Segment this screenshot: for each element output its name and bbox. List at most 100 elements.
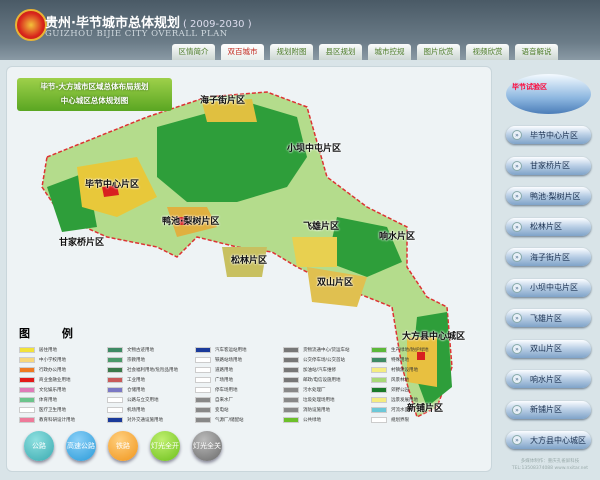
tab-double-hundred[interactable]: 双百城市: [221, 44, 264, 60]
district-label[interactable]: 松林片区: [231, 253, 267, 266]
banner-line1: 毕节-大方城市区域总体布局规划: [40, 82, 149, 91]
highway-button[interactable]: 公路: [24, 431, 54, 461]
legend-item: 宗教用地: [107, 355, 195, 365]
legend-swatch: [195, 377, 211, 383]
legend-label: 广场用地: [215, 378, 233, 383]
legend-label: 邮政/电信设施用地: [303, 378, 341, 383]
legend-item: 货物流通中心/货运车站: [283, 345, 371, 355]
district-label[interactable]: 甘家桥片区: [59, 235, 104, 248]
legend-label: 风景林地: [391, 378, 409, 383]
district-label[interactable]: 小坝中屯片区: [287, 141, 341, 154]
legend-label: 规划界限: [391, 418, 409, 423]
legend-item: 居住用地: [19, 345, 107, 355]
legend-item: 中小学校用地: [19, 355, 107, 365]
legend-item: 机场用地: [107, 405, 195, 415]
lights-off-button[interactable]: 灯光全关: [192, 431, 222, 461]
legend-item: 公路与立交用地: [107, 395, 195, 405]
tab-intro[interactable]: 区情简介: [172, 44, 215, 60]
legend-label: 对外交通设施用地: [127, 418, 163, 423]
legend-label: 工业用地: [127, 378, 145, 383]
legend-swatch: [195, 347, 211, 353]
district-label[interactable]: 海子街片区: [200, 93, 245, 106]
district-label[interactable]: 飞雄片区: [303, 219, 339, 232]
arrow-icon: »: [512, 282, 522, 293]
legend-label: 体育用地: [39, 398, 57, 403]
button-label: 灯光全关: [193, 442, 221, 450]
district-label[interactable]: 毕节中心片区: [85, 177, 139, 190]
district-button-label: 海子街片区: [530, 252, 570, 262]
legend-swatch: [283, 377, 299, 383]
header: 贵州·毕节城市总体规划( 2009-2030 ) GUIZHOU BIJIE C…: [0, 0, 600, 60]
district-button[interactable]: » 松林片区: [506, 217, 591, 236]
district-button[interactable]: » 小坝中屯片区: [506, 278, 591, 297]
tab-audio[interactable]: 语音解说: [515, 44, 558, 60]
district-button[interactable]: » 海子街片区: [506, 248, 591, 266]
district-button[interactable]: » 毕节中心片区: [506, 126, 591, 144]
lights-on-button[interactable]: 灯光全开: [150, 431, 180, 461]
tab-videos[interactable]: 视频欣赏: [466, 44, 509, 60]
tab-pictures[interactable]: 图片欣赏: [417, 44, 460, 60]
district-button[interactable]: » 飞雄片区: [506, 309, 591, 327]
legend-label: 加油站/汽车维修: [303, 368, 337, 373]
legend-item: 郊野公园: [371, 385, 459, 395]
legend-swatch: [107, 407, 123, 413]
legend-label: 停车场用地: [215, 388, 238, 393]
legend-item: 规划界限: [371, 415, 459, 425]
legend-label: 行政办公用地: [39, 368, 66, 373]
legend-swatch: [19, 397, 35, 403]
district-button[interactable]: » 甘家桥片区: [506, 156, 591, 175]
legend-label: 特殊用地: [391, 358, 409, 363]
legend-item: 行政办公用地: [19, 365, 107, 375]
tab-county-plan[interactable]: 县区规划: [319, 44, 362, 60]
arrow-icon: »: [512, 313, 522, 323]
tab-city-control[interactable]: 城市控规: [368, 44, 411, 60]
district-label[interactable]: 响水片区: [379, 229, 415, 242]
railway-button[interactable]: 铁路: [108, 431, 138, 461]
legend-item: 垃圾处理场用地: [283, 395, 371, 405]
arrow-icon: »: [512, 404, 522, 415]
district-button[interactable]: » 双山片区: [506, 339, 591, 358]
legend-swatch: [195, 417, 211, 423]
legend-swatch: [283, 417, 299, 423]
credit-line1: 多媒体制作：重庆孔雀屏科技: [520, 459, 580, 464]
legend-item: 铁路站场用地: [195, 355, 283, 365]
nav-tabs: 区情简介 双百城市 规划附图 县区规划 城市控规 图片欣赏 视频欣赏 语音解说: [172, 44, 558, 60]
legend-swatch: [107, 377, 123, 383]
legend-item: 远景发展用地: [371, 395, 459, 405]
legend-title: 图 例: [19, 327, 87, 340]
district-label[interactable]: 双山片区: [317, 275, 353, 288]
district-button-label: 毕节中心片区: [530, 130, 578, 140]
legend-label: 郊野公园: [391, 388, 409, 393]
legend-label: 污水处理厂: [303, 388, 326, 393]
arrow-icon: »: [512, 374, 522, 384]
legend-label: 村镇建设用地: [391, 368, 418, 373]
legend-swatch: [19, 357, 35, 363]
expressway-button[interactable]: 高速公路: [66, 431, 96, 461]
tab-plan-maps[interactable]: 规划附图: [270, 44, 313, 60]
banner-line2: 中心城区总体规划图: [60, 96, 129, 105]
legend-item: 文化娱乐用地: [19, 385, 107, 395]
district-button-label: 小坝中屯片区: [530, 283, 578, 292]
district-button-label: 大方县中心城区: [530, 435, 586, 445]
legend-swatch: [283, 367, 299, 373]
legend-swatch: [371, 407, 387, 413]
district-button[interactable]: » 响水片区: [506, 370, 591, 388]
legend-label: 消防设施用地: [303, 408, 330, 413]
legend-swatch: [19, 417, 35, 423]
legend-swatch: [19, 407, 35, 413]
district-label[interactable]: 鸭池·梨树片区: [162, 214, 219, 227]
legend-swatch: [283, 357, 299, 363]
legend-item: 消防设施用地: [283, 405, 371, 415]
legend: 图 例 居住用地 中小学校用地 行政办公用地 商业金融业用地 文化娱乐用地 体育用地 医疗卫…: [19, 325, 489, 425]
district-button[interactable]: » 鸭池·梨树片区: [506, 187, 591, 205]
legend-label: 文物古迹用地: [127, 348, 154, 353]
district-button[interactable]: » 新铺片区: [506, 400, 591, 419]
legend-swatch: [195, 387, 211, 393]
district-button[interactable]: » 大方县中心城区: [506, 431, 591, 449]
legend-item: 河流水面: [371, 405, 459, 415]
button-label: 铁路: [116, 442, 130, 450]
legend-label: 变电站: [215, 408, 229, 413]
legend-label: 货物流通中心/货运车站: [303, 348, 350, 353]
map-panel: 毕节-大方城市区域总体布局规划 中心城区总体规划图 海子街片区 小坝中屯片区 毕节…: [6, 66, 492, 472]
legend-label: 公路与立交用地: [127, 398, 159, 403]
